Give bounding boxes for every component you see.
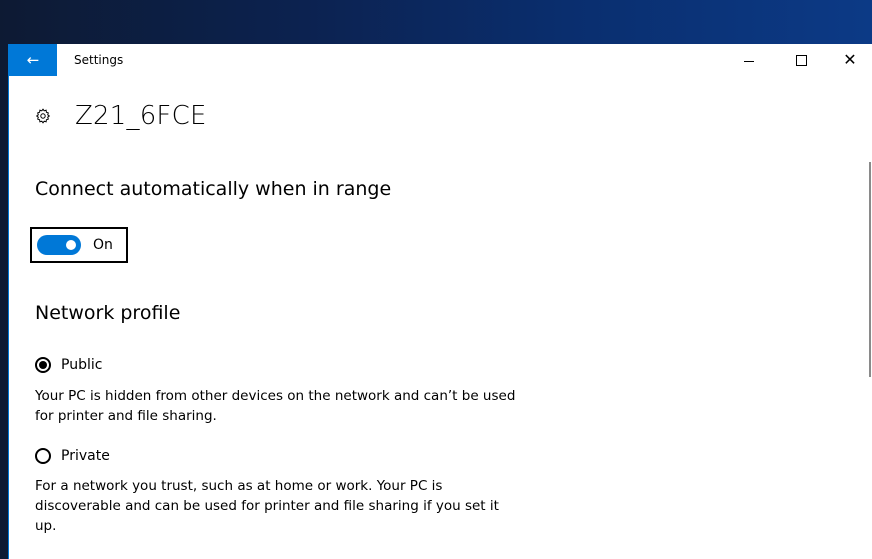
auto-connect-heading: Connect automatically when in range xyxy=(35,178,392,200)
auto-connect-toggle[interactable]: On xyxy=(30,227,128,263)
network-profile-heading: Network profile xyxy=(35,302,181,324)
private-description: For a network you trust, such as at home… xyxy=(35,478,499,534)
minimize-button[interactable] xyxy=(726,44,772,76)
scrollbar[interactable] xyxy=(869,162,871,377)
settings-window: ← Settings ✕ Z21_6FCE Connect automatica… xyxy=(8,44,872,559)
radio-button-selected[interactable] xyxy=(35,357,51,373)
radio-dot xyxy=(39,361,47,369)
maximize-button[interactable] xyxy=(778,44,824,76)
radio-public[interactable]: Public xyxy=(35,357,102,373)
page-header: Z21_6FCE xyxy=(33,101,207,131)
window-title: Settings xyxy=(74,53,124,67)
radio-private-label: Private xyxy=(61,448,110,464)
maximize-icon xyxy=(795,54,807,66)
close-button[interactable]: ✕ xyxy=(827,44,872,76)
close-icon: ✕ xyxy=(843,50,857,69)
toggle-track xyxy=(37,235,81,255)
toggle-state-label: On xyxy=(93,237,113,253)
back-button[interactable]: ← xyxy=(9,44,57,76)
page-title: Z21_6FCE xyxy=(75,101,207,131)
radio-public-label: Public xyxy=(61,357,103,373)
gear-icon xyxy=(33,106,53,126)
title-bar: ← Settings ✕ xyxy=(9,44,872,76)
back-arrow-icon: ← xyxy=(26,51,40,69)
radio-private[interactable]: Private xyxy=(35,448,110,464)
toggle-knob xyxy=(66,240,76,250)
public-description: Your PC is hidden from other devices on … xyxy=(35,388,516,424)
minimize-icon xyxy=(744,60,754,62)
radio-button-unselected[interactable] xyxy=(35,448,51,464)
